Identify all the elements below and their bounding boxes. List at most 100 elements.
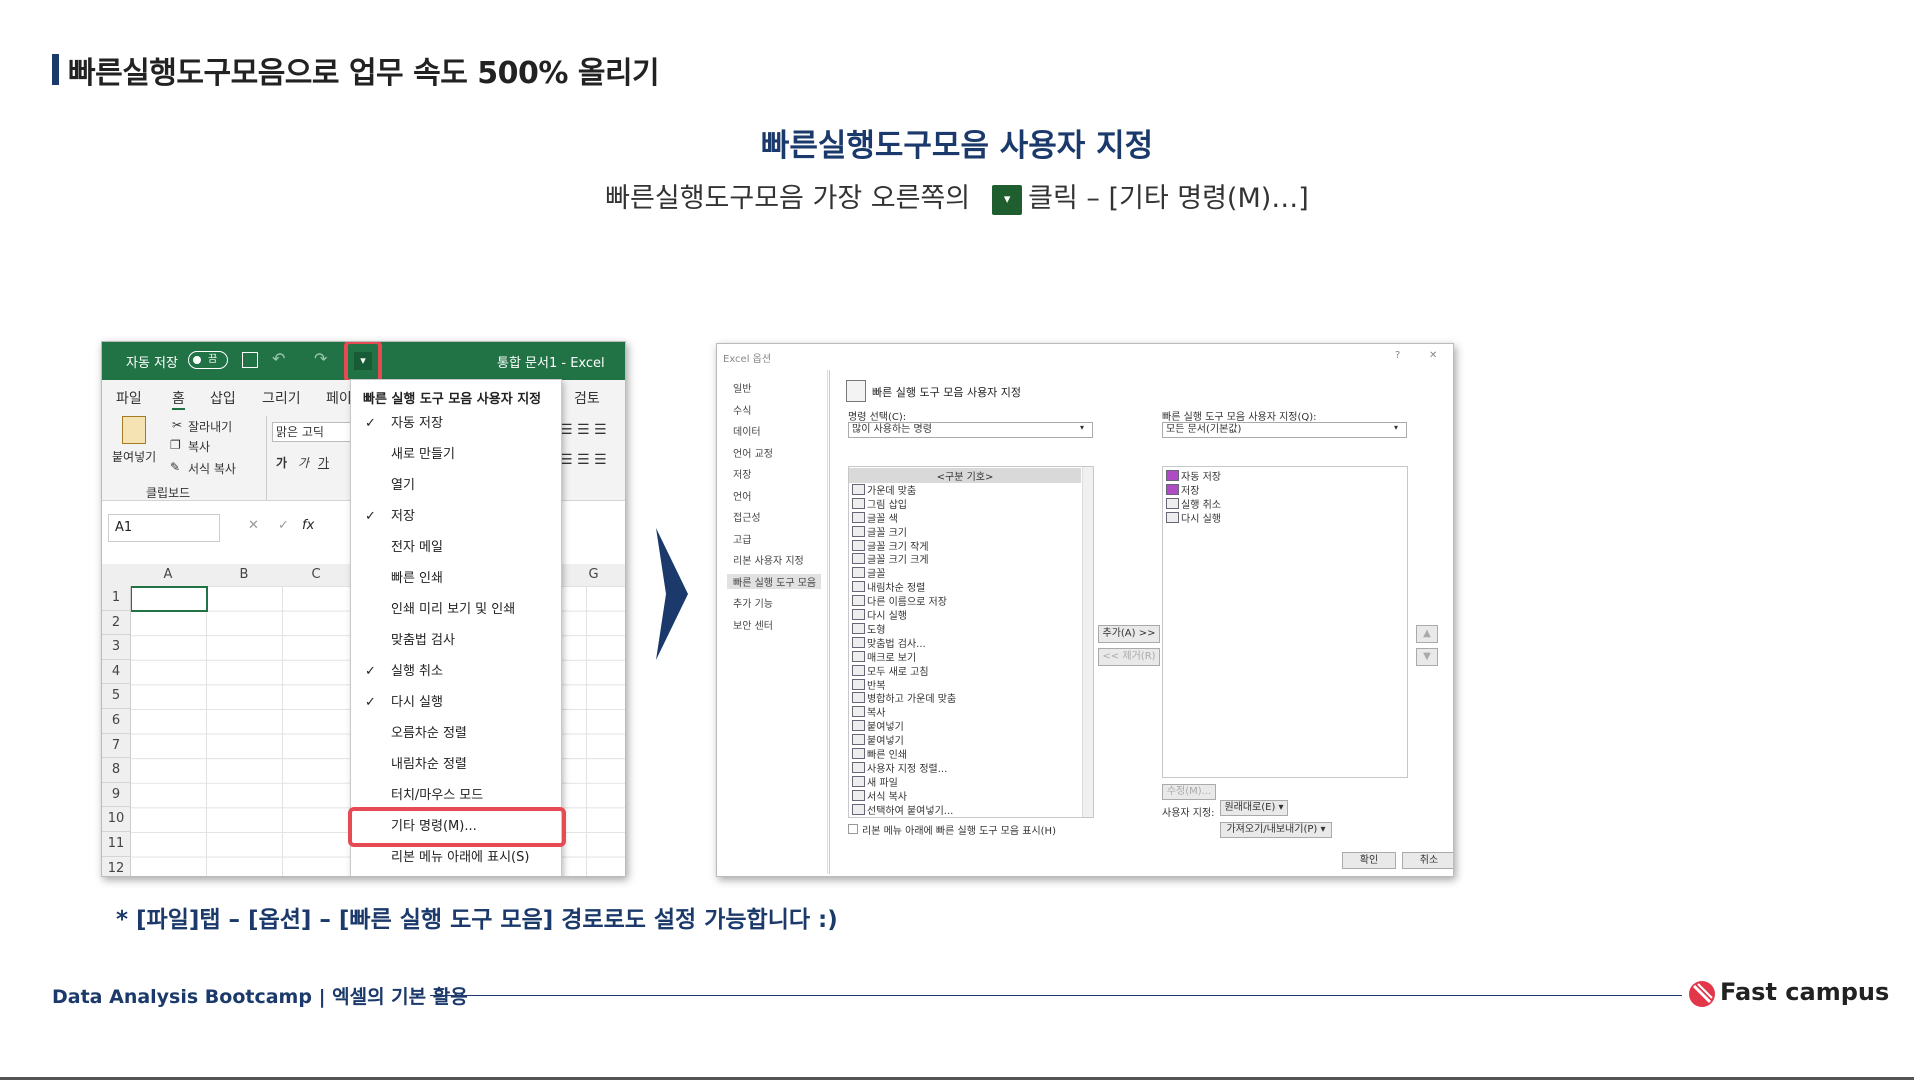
command-item[interactable]: 새 파일 (867, 774, 898, 789)
dropdown-item[interactable]: ✓ 자동 저장 (351, 412, 561, 436)
tab-file[interactable]: 파일 (116, 388, 142, 408)
command-item[interactable]: 복사 (867, 704, 885, 719)
row-header[interactable]: 5 (102, 684, 131, 709)
dropdown-item[interactable]: 열기 (351, 474, 561, 498)
align-icons-row2[interactable]: ☰ ☰ ☰ (560, 452, 607, 468)
qat-items-list[interactable]: 자동 저장 저장 실행 취소 다시 실행 (1162, 466, 1408, 778)
commands-scrollbar[interactable] (1082, 467, 1093, 817)
dropdown-item[interactable]: 맞춤법 검사 (351, 629, 561, 653)
command-item[interactable]: 다른 이름으로 저장 (867, 593, 947, 608)
paste-label[interactable]: 붙여넣기 (112, 448, 156, 465)
import-export-button[interactable]: 가져오기/내보내기(P) ▾ (1220, 822, 1332, 838)
confirm-icon[interactable]: ✓ (278, 518, 289, 533)
dropdown-item[interactable]: 리본 메뉴 아래에 표시(S) (351, 846, 561, 870)
row-header[interactable]: 6 (102, 709, 131, 734)
undo-icon[interactable]: ↶ (272, 349, 285, 368)
fx-icon[interactable]: fx (302, 518, 314, 533)
dropdown-item[interactable]: ✓ 다시 실행 (351, 691, 561, 715)
commands-list[interactable]: <구분 기호> 가운데 맞춤 그림 삽입 글꼴 색 글꼴 크기 글꼴 크기 작게 글꼴 크기… (848, 466, 1094, 818)
dropdown-item[interactable]: 오름차순 정렬 (351, 722, 561, 746)
close-icon[interactable]: ✕ (1429, 350, 1437, 361)
sidebar-item[interactable]: 데이터 (733, 423, 761, 438)
sidebar-item[interactable]: 언어 (733, 488, 751, 503)
row-header[interactable]: 1 (102, 586, 131, 611)
column-header-a[interactable]: A (130, 564, 207, 587)
row-header[interactable]: 12 (102, 856, 131, 876)
column-header-g[interactable]: G (562, 564, 625, 587)
underline-button[interactable]: 가 (318, 454, 329, 471)
select-all-corner[interactable] (102, 564, 131, 587)
qat-item[interactable]: 자동 저장 (1181, 468, 1221, 483)
dropdown-item[interactable]: 전자 메일 (351, 536, 561, 560)
dropdown-item[interactable]: 빠른 인쇄 (351, 567, 561, 591)
move-down-button[interactable]: ▼ (1416, 648, 1438, 666)
choose-commands-select[interactable]: 많이 사용하는 명령 (848, 422, 1093, 438)
command-item[interactable]: 매크로 보기 (867, 649, 916, 664)
command-item[interactable]: 모두 새로 고침 (867, 663, 929, 678)
sidebar-item[interactable]: 보안 센터 (733, 617, 773, 632)
customize-qat-select[interactable]: 모든 문서(기본값) (1162, 422, 1407, 438)
column-header-c[interactable]: C (282, 564, 351, 587)
active-cell-a1[interactable] (130, 586, 208, 612)
sidebar-item[interactable]: 리본 사용자 지정 (733, 552, 804, 567)
column-header-b[interactable]: B (206, 564, 283, 587)
dropdown-item[interactable]: ✓ 저장 (351, 505, 561, 529)
qat-item[interactable]: 저장 (1181, 482, 1199, 497)
autosave-toggle[interactable]: 끔 (188, 351, 228, 369)
command-item[interactable]: 글꼴 크기 크게 (867, 551, 929, 566)
tab-draw[interactable]: 그리기 (262, 388, 301, 408)
redo-icon[interactable]: ↷ (314, 349, 327, 368)
command-item[interactable]: 붙여넣기 (867, 718, 904, 733)
save-icon[interactable] (242, 352, 258, 368)
command-item[interactable]: 도형 (867, 621, 885, 636)
cut-button[interactable]: 잘라내기 (188, 418, 232, 435)
dropdown-item[interactable]: 내림차순 정렬 (351, 753, 561, 777)
tab-review[interactable]: 검토 (574, 388, 600, 408)
font-name-select[interactable]: 맑은 고딕 (272, 422, 353, 442)
name-box[interactable]: A1 (108, 514, 220, 542)
reset-button[interactable]: 원래대로(E) ▾ (1220, 800, 1288, 816)
command-item[interactable]: 빠른 인쇄 (867, 746, 907, 761)
sidebar-item[interactable]: 저장 (733, 466, 751, 481)
ok-button[interactable]: 확인 (1342, 852, 1396, 869)
row-header[interactable]: 4 (102, 659, 131, 685)
tab-home[interactable]: 홈 (172, 388, 185, 410)
sidebar-item[interactable]: 접근성 (733, 509, 761, 524)
sidebar-item[interactable]: 일반 (733, 380, 751, 395)
copy-button[interactable]: 복사 (188, 438, 210, 455)
qat-item[interactable]: 실행 취소 (1181, 496, 1221, 511)
italic-button[interactable]: 가 (298, 454, 309, 471)
command-item[interactable]: 반복 (867, 677, 885, 692)
row-header[interactable]: 3 (102, 635, 131, 660)
row-header[interactable]: 9 (102, 782, 131, 808)
sidebar-item[interactable]: 추가 기능 (733, 595, 773, 610)
command-item[interactable]: 가운데 맞춤 (867, 482, 916, 497)
command-item[interactable]: 다시 실행 (867, 607, 907, 622)
sidebar-item[interactable]: 고급 (733, 531, 751, 546)
command-item[interactable]: 글꼴 (867, 565, 885, 580)
help-button[interactable]: ? (1395, 350, 1400, 361)
dropdown-item[interactable]: 새로 만들기 (351, 443, 561, 467)
dropdown-item[interactable]: 인쇄 미리 보기 및 인쇄 (351, 598, 561, 622)
command-item[interactable]: 글꼴 크기 작게 (867, 538, 929, 553)
row-header[interactable]: 8 (102, 758, 131, 783)
paste-icon[interactable] (122, 416, 146, 444)
command-item[interactable]: 내림차순 정렬 (867, 579, 925, 594)
add-button[interactable]: 추가(A) >> (1098, 625, 1160, 643)
tab-insert[interactable]: 삽입 (210, 388, 236, 408)
align-icons[interactable]: ☰ ☰ ☰ (560, 422, 607, 438)
command-item[interactable]: 병합하고 가운데 맞춤 (867, 690, 956, 705)
sidebar-item[interactable]: 언어 교정 (733, 445, 773, 460)
format-painter-button[interactable]: 서식 복사 (188, 460, 236, 477)
cancel-button[interactable]: 취소 (1402, 852, 1453, 869)
command-item[interactable]: 서식 복사 (867, 788, 907, 803)
command-item[interactable]: 붙여넣기 (867, 732, 904, 747)
dropdown-item[interactable]: ✓ 실행 취소 (351, 660, 561, 684)
bold-button[interactable]: 가 (276, 454, 287, 471)
command-item[interactable]: 글꼴 크기 (867, 524, 907, 539)
row-header[interactable]: 11 (102, 832, 131, 857)
move-up-button[interactable]: ▲ (1416, 625, 1438, 643)
command-item[interactable]: 글꼴 색 (867, 510, 898, 525)
modify-button[interactable]: 수정(M)... (1162, 784, 1216, 800)
row-header[interactable]: 7 (102, 733, 131, 759)
